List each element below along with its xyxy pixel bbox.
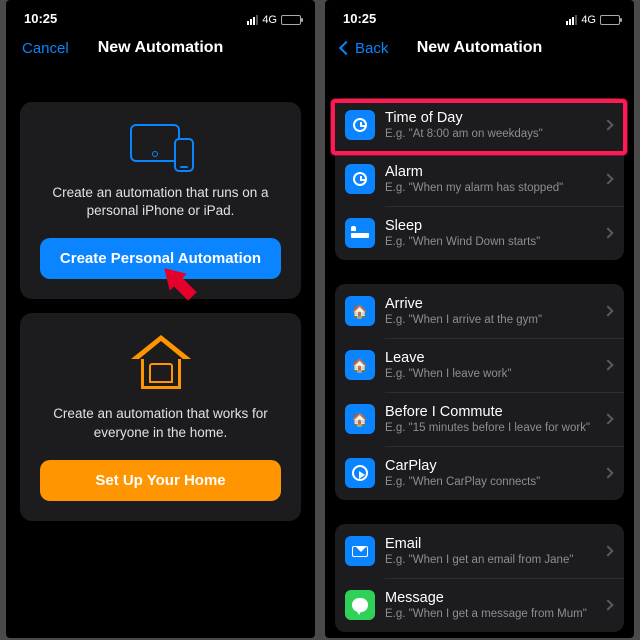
trigger-title: Leave <box>385 350 598 367</box>
trigger-row-alarm[interactable]: AlarmE.g. "When my alarm has stopped" <box>335 152 624 206</box>
network-label: 4G <box>262 14 277 26</box>
chevron-right-icon <box>602 413 613 424</box>
trigger-subtitle: E.g. "When CarPlay connects" <box>385 476 598 488</box>
status-bar: 10:25 4G <box>6 0 315 28</box>
signal-icon <box>247 15 258 25</box>
status-bar: 10:25 4G <box>325 0 634 28</box>
devices-icon <box>126 124 196 170</box>
personal-automation-card: Create an automation that runs on a pers… <box>20 102 301 299</box>
chevron-right-icon <box>602 545 613 556</box>
trigger-row-leave[interactable]: 🏠 LeaveE.g. "When I leave work" <box>335 338 624 392</box>
chevron-right-icon <box>602 227 613 238</box>
trigger-title: Before I Commute <box>385 404 598 421</box>
trigger-title: Alarm <box>385 164 598 181</box>
commute-icon: 🏠 <box>345 404 375 434</box>
trigger-subtitle: E.g. "When I arrive at the gym" <box>385 314 598 326</box>
trigger-row-arrive[interactable]: 🏠 ArriveE.g. "When I arrive at the gym" <box>335 284 624 338</box>
trigger-title: Arrive <box>385 296 598 313</box>
home-icon <box>131 335 191 391</box>
trigger-list: Time of DayE.g. "At 8:00 am on weekdays"… <box>325 98 634 632</box>
battery-icon <box>600 15 620 25</box>
trigger-title: Sleep <box>385 218 598 235</box>
phone-right: 10:25 4G Back New Automation Time of Day… <box>325 0 634 638</box>
trigger-subtitle: E.g. "When I get a message from Mum" <box>385 608 598 620</box>
trigger-title: Message <box>385 590 598 607</box>
bed-icon <box>345 218 375 248</box>
cancel-button[interactable]: Cancel <box>22 40 69 57</box>
trigger-subtitle: E.g. "When Wind Down starts" <box>385 236 598 248</box>
trigger-title: Time of Day <box>385 110 598 127</box>
trigger-subtitle: E.g. "15 minutes before I leave for work… <box>385 422 598 434</box>
personal-desc: Create an automation that runs on a pers… <box>40 184 281 220</box>
set-up-home-button[interactable]: Set Up Your Home <box>40 460 281 501</box>
trigger-subtitle: E.g. "At 8:00 am on weekdays" <box>385 128 598 140</box>
nav-header: Cancel New Automation <box>6 28 315 68</box>
create-personal-automation-button[interactable]: Create Personal Automation <box>40 238 281 279</box>
trigger-title: Email <box>385 536 598 553</box>
back-button[interactable]: Back <box>341 40 388 57</box>
chevron-right-icon <box>602 599 613 610</box>
trigger-group: 🏠 ArriveE.g. "When I arrive at the gym" 🏠 L… <box>335 284 624 500</box>
signal-icon <box>566 15 577 25</box>
chevron-right-icon <box>602 305 613 316</box>
trigger-row-commute[interactable]: 🏠 Before I CommuteE.g. "15 minutes before… <box>335 392 624 446</box>
status-time: 10:25 <box>343 11 376 26</box>
battery-icon <box>281 15 301 25</box>
chevron-right-icon <box>602 359 613 370</box>
trigger-subtitle: E.g. "When I leave work" <box>385 368 598 380</box>
alarm-icon <box>345 164 375 194</box>
message-icon <box>345 590 375 620</box>
trigger-title: CarPlay <box>385 458 598 475</box>
leave-icon: 🏠 <box>345 350 375 380</box>
clock-icon <box>345 110 375 140</box>
mail-icon <box>345 536 375 566</box>
phone-left: 10:25 4G Cancel New Automation Create an… <box>6 0 315 638</box>
page-title: New Automation <box>98 39 224 57</box>
chevron-right-icon <box>602 467 613 478</box>
trigger-row-message[interactable]: MessageE.g. "When I get a message from M… <box>335 578 624 632</box>
trigger-subtitle: E.g. "When my alarm has stopped" <box>385 182 598 194</box>
trigger-row-bed[interactable]: SleepE.g. "When Wind Down starts" <box>335 206 624 260</box>
arrive-icon: 🏠 <box>345 296 375 326</box>
nav-header: Back New Automation <box>325 28 634 68</box>
trigger-subtitle: E.g. "When I get an email from Jane" <box>385 554 598 566</box>
trigger-row-carplay[interactable]: CarPlayE.g. "When CarPlay connects" <box>335 446 624 500</box>
trigger-row-mail[interactable]: EmailE.g. "When I get an email from Jane… <box>335 524 624 578</box>
network-label: 4G <box>581 14 596 26</box>
status-time: 10:25 <box>24 11 57 26</box>
chevron-right-icon <box>602 119 613 130</box>
home-desc: Create an automation that works for ever… <box>40 405 281 441</box>
page-title: New Automation <box>417 39 543 57</box>
trigger-group: Time of DayE.g. "At 8:00 am on weekdays"… <box>335 98 624 260</box>
home-automation-card: Create an automation that works for ever… <box>20 313 301 520</box>
trigger-row-clock[interactable]: Time of DayE.g. "At 8:00 am on weekdays" <box>335 98 624 152</box>
trigger-group: EmailE.g. "When I get an email from Jane… <box>335 524 624 632</box>
chevron-right-icon <box>602 173 613 184</box>
carplay-icon <box>345 458 375 488</box>
